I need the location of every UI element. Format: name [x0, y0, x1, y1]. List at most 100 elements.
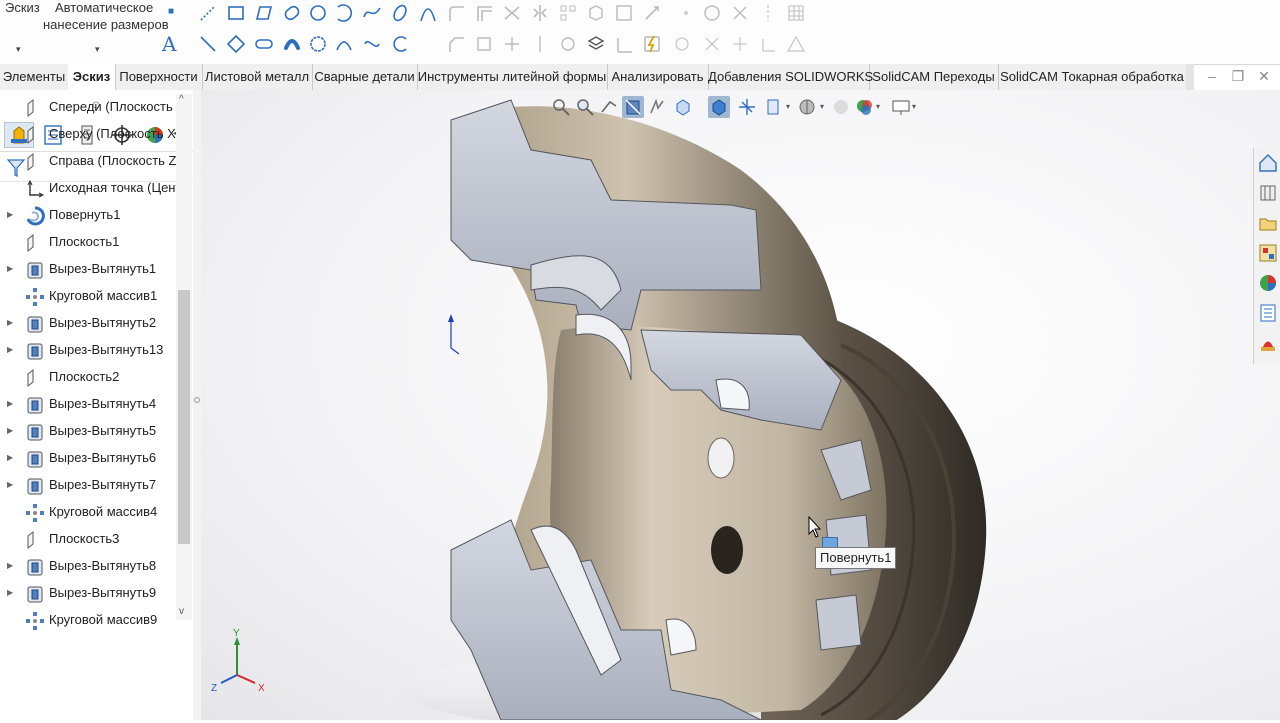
- spline-tool-icon[interactable]: [362, 3, 382, 23]
- tab-solidcam-operations[interactable]: SolidCAM Переходы: [869, 64, 999, 90]
- text-tool-icon[interactable]: A: [162, 32, 176, 56]
- tree-item[interactable]: ▶ Вырез-Вытянуть13: [0, 337, 176, 364]
- auto-dimension-dropdown-arrow[interactable]: ▾: [95, 44, 100, 55]
- zoom-to-fit-icon[interactable]: [550, 96, 572, 118]
- tree-item[interactable]: ▶ Вырез-Вытянуть1: [0, 256, 176, 283]
- apply-scene-icon[interactable]: [796, 96, 818, 118]
- tab-scroll-button[interactable]: [1186, 64, 1194, 90]
- auto-dimension-label-2[interactable]: нанесение размеров: [43, 17, 169, 32]
- tree-item[interactable]: Плоскость2: [0, 364, 176, 391]
- tree-scroll-thumb[interactable]: [178, 290, 190, 544]
- auto-dimension-label-1[interactable]: Автоматическое: [55, 0, 153, 15]
- tab-solidworks-addins[interactable]: Добавления SOLIDWORKS: [708, 64, 873, 90]
- expand-arrow-icon[interactable]: ▶: [7, 210, 15, 220]
- view-settings-icon[interactable]: [890, 96, 912, 118]
- expand-arrow-icon[interactable]: ▶: [7, 426, 15, 436]
- solidworks-resources-icon[interactable]: [1257, 152, 1279, 174]
- tree-item[interactable]: ▶ Вырез-Вытянуть6: [0, 445, 176, 472]
- expand-arrow-icon[interactable]: ▶: [7, 345, 15, 355]
- tab-weldments[interactable]: Сварные детали: [312, 64, 418, 90]
- tab-solidcam-turning[interactable]: SolidCAM Токарная обработка: [998, 64, 1187, 90]
- slot-tool-icon[interactable]: [282, 3, 302, 23]
- part-model[interactable]: [201, 90, 1280, 720]
- tree-item[interactable]: Плоскость1: [0, 229, 176, 256]
- construction-line-icon[interactable]: [198, 34, 218, 54]
- partial-ellipse-icon[interactable]: [390, 34, 410, 54]
- dynamic-annotation-icon[interactable]: [646, 96, 668, 118]
- tree-item[interactable]: ▶ Вырез-Вытянуть8: [0, 553, 176, 580]
- section-view-icon[interactable]: [622, 96, 644, 118]
- line-tool-icon[interactable]: [198, 3, 218, 23]
- tree-item-label: Вырез-Вытянуть2: [49, 315, 157, 330]
- view-orientation-icon[interactable]: [672, 96, 694, 118]
- tab-mold-tools[interactable]: Инструменты литейной формы: [417, 64, 608, 90]
- tree-item[interactable]: ▶ Вырез-Вытянуть9: [0, 580, 176, 607]
- tab-sheet-metal[interactable]: Листовой металл: [202, 64, 313, 90]
- arc-slot-icon[interactable]: [282, 34, 302, 54]
- arc-tool-icon[interactable]: [334, 3, 354, 23]
- expand-arrow-icon[interactable]: ▶: [7, 453, 15, 463]
- expand-arrow-icon[interactable]: ▶: [7, 588, 15, 598]
- tree-item[interactable]: ▶ Вырез-Вытянуть2: [0, 310, 176, 337]
- tree-item[interactable]: ▶ Вырез-Вытянуть4: [0, 391, 176, 418]
- quick-snaps-icon[interactable]: [642, 34, 662, 54]
- diamond-tool-icon[interactable]: [226, 34, 246, 54]
- tree-item[interactable]: Круговой массив9: [0, 607, 176, 630]
- design-library-icon[interactable]: [1257, 182, 1279, 204]
- tree-item[interactable]: Исходная точка (Центр: [0, 175, 176, 202]
- view-settings-dropdown-icon[interactable]: ▾: [912, 96, 934, 118]
- expand-arrow-icon[interactable]: ▶: [7, 561, 15, 571]
- display-style-icon[interactable]: [708, 96, 730, 118]
- tree-item[interactable]: ▶ Повернуть1: [0, 202, 176, 229]
- sketch-button[interactable]: Эскиз: [5, 0, 40, 15]
- view-palette-icon[interactable]: [1257, 242, 1279, 264]
- expand-arrow-icon[interactable]: ▶: [7, 480, 15, 490]
- scroll-up-arrow[interactable]: ^: [179, 94, 184, 105]
- tree-item[interactable]: Справа (Плоскость ZY): [0, 148, 176, 175]
- sketch-dropdown-arrow[interactable]: ▾: [16, 44, 21, 55]
- ellipse-tool-icon[interactable]: [390, 3, 410, 23]
- straight-slot-icon[interactable]: [254, 34, 274, 54]
- tree-item[interactable]: Сверху (Плоскость XZ): [0, 121, 176, 148]
- tree-item[interactable]: ▶ Вырез-Вытянуть7: [0, 472, 176, 499]
- tangent-arc-icon[interactable]: [334, 34, 354, 54]
- perimeter-circle-icon[interactable]: [308, 34, 328, 54]
- parabola-tool-icon[interactable]: [418, 3, 438, 23]
- smart-dimension-icon[interactable]: ■: [168, 6, 174, 17]
- panel-splitter[interactable]: [193, 90, 201, 720]
- appearances-scenes-icon[interactable]: [1257, 272, 1279, 294]
- graphics-area[interactable]: Y X Z: [201, 90, 1280, 720]
- previous-view-icon[interactable]: [598, 96, 620, 118]
- style-spline-icon[interactable]: [362, 34, 382, 54]
- tree-item[interactable]: Круговой массив1: [0, 283, 176, 310]
- lighting-sphere-icon[interactable]: [830, 96, 852, 118]
- edit-appearance-icon[interactable]: [762, 96, 784, 118]
- custom-properties-icon[interactable]: [1257, 302, 1279, 324]
- solidcam-icon[interactable]: [1257, 332, 1279, 354]
- expand-arrow-icon[interactable]: ▶: [7, 399, 15, 409]
- restore-icon[interactable]: ❐: [1228, 66, 1248, 86]
- stack-icon[interactable]: [586, 34, 606, 54]
- expand-arrow-icon[interactable]: ▶: [7, 318, 15, 328]
- tree-item[interactable]: Спереди (Плоскость XY: [0, 94, 176, 121]
- tree-item[interactable]: ▶ Вырез-Вытянуть5: [0, 418, 176, 445]
- tree-item[interactable]: Плоскость3: [0, 526, 176, 553]
- parallelogram-tool-icon[interactable]: [254, 3, 274, 23]
- tab-surfaces[interactable]: Поверхности: [115, 64, 203, 90]
- tab-features[interactable]: Элементы: [0, 64, 69, 90]
- realview-graphics-icon[interactable]: [854, 96, 876, 118]
- tab-sketch[interactable]: Эскиз: [68, 64, 116, 91]
- tree-scrollbar[interactable]: ^ v: [176, 94, 192, 620]
- close-icon[interactable]: ✕: [1254, 66, 1274, 86]
- hide-show-items-icon[interactable]: [736, 96, 758, 118]
- extrude-cut-icon: [25, 314, 45, 334]
- circle-tool-icon[interactable]: [308, 3, 328, 23]
- tree-item[interactable]: Круговой массив4: [0, 499, 176, 526]
- tab-evaluate[interactable]: Анализировать: [607, 64, 709, 90]
- scroll-down-arrow[interactable]: v: [179, 606, 184, 617]
- minimize-icon[interactable]: –: [1202, 66, 1222, 86]
- rectangle-tool-icon[interactable]: [226, 3, 246, 23]
- zoom-to-area-icon[interactable]: [574, 96, 596, 118]
- expand-arrow-icon[interactable]: ▶: [7, 264, 15, 274]
- file-explorer-icon[interactable]: [1257, 212, 1279, 234]
